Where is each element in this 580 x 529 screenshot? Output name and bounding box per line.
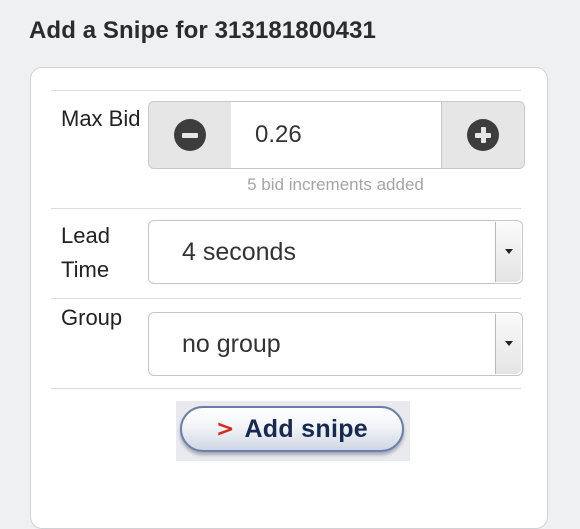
chevron-down-icon (495, 314, 521, 374)
minus-circle-icon (174, 119, 206, 151)
snipe-form: Max Bid 5 bid increments added Lead (51, 90, 525, 389)
group-select[interactable]: no group (148, 312, 523, 376)
group-value: no group (182, 330, 281, 358)
bid-increment-hint: 5 bid increments added (247, 175, 424, 194)
max-bid-label: Max Bid (61, 106, 141, 131)
max-bid-row: Max Bid 5 bid increments added (51, 91, 525, 209)
increment-button[interactable] (441, 102, 524, 168)
lead-time-select[interactable]: 4 seconds (148, 220, 523, 284)
plus-circle-icon (467, 119, 499, 151)
lead-time-row: Lead Time 4 seconds (51, 209, 523, 299)
snipe-form-panel: Max Bid 5 bid increments added Lead (30, 67, 548, 529)
group-label: Group (61, 305, 123, 330)
page-title: Add a Snipe for 313181800431 (29, 17, 376, 44)
add-snipe-button[interactable]: > Add snipe (180, 406, 404, 452)
chevron-down-icon (495, 222, 521, 282)
decrement-button[interactable] (149, 102, 232, 168)
group-row: Group no group (51, 299, 523, 389)
lead-time-label: Lead Time (61, 223, 110, 282)
max-bid-stepper (148, 101, 525, 169)
add-snipe-button-frame: > Add snipe (176, 401, 410, 461)
add-snipe-label: Add snipe (244, 414, 368, 443)
lead-time-value: 4 seconds (182, 238, 296, 266)
max-bid-input[interactable] (231, 102, 442, 168)
chevron-right-icon: > (216, 416, 235, 442)
